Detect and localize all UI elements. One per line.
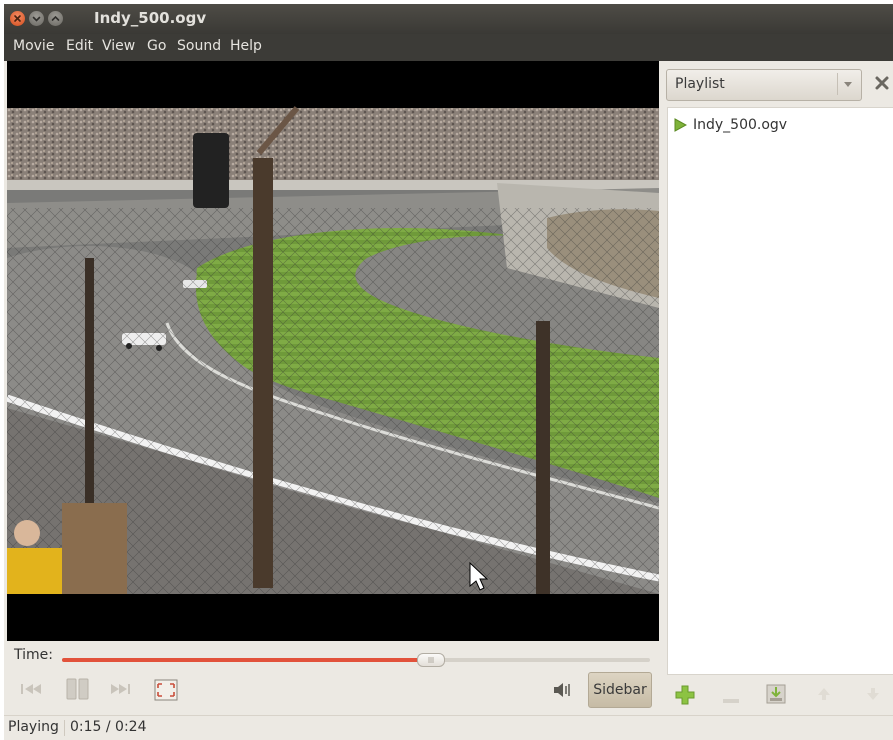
remove-icon[interactable] xyxy=(722,692,740,708)
status-separator xyxy=(64,720,65,736)
movie-player-window: Indy_500.ogv Movie Edit View Go Sound He… xyxy=(4,4,893,740)
save-icon[interactable] xyxy=(766,684,786,708)
maximize-window-icon[interactable] xyxy=(48,11,63,26)
pause-icon[interactable] xyxy=(65,677,91,705)
playlist-item-label: Indy_500.ogv xyxy=(693,117,788,133)
menu-bar: Movie Edit View Go Sound Help xyxy=(4,34,893,61)
sidebar-toggle-button[interactable]: Sidebar xyxy=(588,672,652,708)
playlist-item[interactable]: Indy_500.ogv xyxy=(673,115,787,135)
close-window-icon[interactable] xyxy=(10,11,25,26)
chevron-down-icon[interactable] xyxy=(837,73,858,95)
playback-state: Playing xyxy=(8,719,59,735)
menu-movie[interactable]: Movie xyxy=(13,38,54,54)
add-icon[interactable] xyxy=(674,684,696,710)
video-frame-image xyxy=(7,61,659,641)
playlist-list[interactable]: Indy_500.ogv xyxy=(667,107,893,675)
sidebar-selector-label: Playlist xyxy=(675,76,725,92)
move-down-icon[interactable] xyxy=(865,686,881,706)
skip-back-icon[interactable] xyxy=(19,680,43,702)
sidebar-panel: Playlist Indy_500.ogv xyxy=(663,61,893,675)
seek-slider[interactable] xyxy=(62,653,650,667)
minimize-window-icon[interactable] xyxy=(29,11,44,26)
window-title: Indy_500.ogv xyxy=(94,9,207,27)
volume-icon[interactable] xyxy=(552,681,574,703)
playback-time: 0:15 / 0:24 xyxy=(70,719,147,735)
fullscreen-icon[interactable] xyxy=(154,679,178,705)
menu-view[interactable]: View xyxy=(102,38,135,54)
title-bar[interactable]: Indy_500.ogv xyxy=(4,4,893,34)
menu-go[interactable]: Go xyxy=(147,38,166,54)
seek-slider-handle[interactable] xyxy=(416,653,445,667)
play-icon xyxy=(674,118,687,132)
status-bar: Playing 0:15 / 0:24 xyxy=(4,715,893,740)
skip-forward-icon[interactable] xyxy=(109,680,133,702)
menu-edit[interactable]: Edit xyxy=(66,38,93,54)
seek-bar-area: Time: xyxy=(4,644,661,678)
video-display[interactable] xyxy=(7,61,659,641)
menu-help[interactable]: Help xyxy=(230,38,262,54)
menu-sound[interactable]: Sound xyxy=(177,38,221,54)
close-sidebar-icon[interactable] xyxy=(873,74,891,92)
time-label: Time: xyxy=(14,647,53,663)
seek-progress-fill xyxy=(62,658,430,662)
sidebar-selector-dropdown[interactable]: Playlist xyxy=(666,69,862,101)
move-up-icon[interactable] xyxy=(816,686,832,706)
